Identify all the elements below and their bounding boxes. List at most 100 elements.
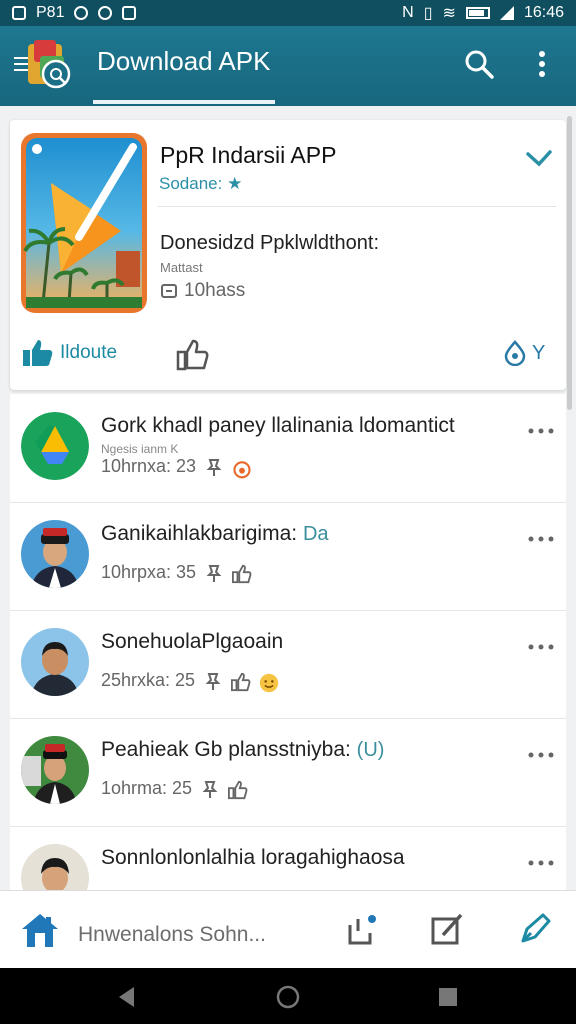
pin-icon (200, 779, 220, 799)
like-label: Ildoute (60, 342, 118, 363)
list-item[interactable]: Peahieak Gb plansstniyba: (U) 1ohrma: 25 (10, 718, 566, 827)
status-bar: P81 N ▯ ≋ 16:46 (0, 0, 576, 26)
more-horiz-icon (528, 860, 554, 866)
thumbs-up-icon[interactable] (228, 779, 248, 799)
app-card: PpR Indarsii APP Sodane: ★ Donesidzd Ppk… (10, 120, 566, 390)
list-item-badge: (U) (356, 739, 385, 761)
messenger-icon (98, 6, 113, 20)
back-button[interactable] (114, 984, 140, 1010)
list-item-title: Sonnlonlonlalhia loragahighaosa (101, 846, 405, 869)
list-item-time: 10hrpxa: 35 (101, 562, 197, 582)
avatar (21, 412, 89, 480)
list-item-more-button[interactable] (528, 422, 554, 434)
list-item-more-button[interactable] (528, 530, 554, 542)
pin-icon (203, 671, 223, 691)
avatar (21, 628, 89, 696)
recents-icon (439, 988, 457, 1006)
app-name: PpR Indarsii APP (160, 142, 337, 168)
thumbs-up-icon[interactable] (232, 563, 252, 583)
app-thumbnail[interactable] (21, 133, 147, 313)
expand-button[interactable] (524, 144, 554, 172)
list-item-time: 10hrnxa: 23 (101, 456, 197, 476)
recents-button[interactable] (435, 984, 461, 1010)
more-horiz-icon (528, 752, 554, 758)
reaction-right-label: Y (532, 341, 546, 364)
back-icon (119, 987, 134, 1007)
avatar (21, 520, 89, 588)
fire-icon[interactable] (232, 457, 252, 478)
app-subtitle-text: Sodane: (159, 174, 223, 193)
bottom-bar-text[interactable]: Hnwenalons Sohn... (78, 923, 266, 947)
list-item[interactable]: SonehuolaPlgaoain 25hrxka: 25 (10, 610, 566, 719)
thumbs-up-button[interactable] (176, 338, 210, 372)
list-item[interactable]: Sonnlonlonlalhia loragahighaosa (10, 826, 566, 890)
share-icon (348, 915, 376, 945)
download-title: Donesidzd Ppklwldthont: (160, 232, 380, 254)
avatar (21, 844, 89, 890)
drop-icon (504, 340, 526, 366)
list-item-title: SonehuolaPlgaoain (101, 630, 284, 653)
download-size: 10hass (160, 280, 245, 302)
thumbs-up-icon[interactable] (231, 671, 251, 691)
drive-logo-icon (21, 412, 89, 480)
search-button[interactable] (459, 44, 499, 84)
thumbs-up-filled-icon (23, 340, 53, 366)
active-tab-indicator (93, 100, 275, 104)
more-options-button[interactable] (522, 44, 562, 84)
file-icon (161, 284, 177, 298)
vibrate-icon: ▯ (423, 5, 433, 22)
divider (158, 206, 556, 207)
nfc-icon: N (402, 4, 414, 21)
app-bar: Download APK (0, 26, 576, 106)
list-item-subtitle: Ngesis ianm K (101, 442, 179, 456)
home-icon (22, 914, 58, 947)
man-red-cap-avatar-icon (21, 520, 89, 588)
list-item-title-text: Ganikaihlakbarigima: (101, 522, 298, 545)
list-item-title: Ganikaihlakbarigima: Da (101, 522, 329, 546)
scrollbar[interactable] (567, 116, 572, 410)
reaction-right-button[interactable]: Y (504, 340, 545, 366)
thumbs-up-outline-icon (176, 339, 209, 371)
edit-button[interactable] (429, 911, 465, 947)
wifi-icon: ≋ (442, 5, 456, 22)
list-item-more-button[interactable] (528, 638, 554, 650)
edit-icon (431, 913, 463, 945)
avatar (21, 736, 89, 804)
more-horiz-icon (528, 644, 554, 650)
battery-icon (465, 7, 490, 19)
pin-icon (204, 563, 224, 583)
list-item-more-button[interactable] (528, 854, 554, 866)
list-item[interactable]: Gork khadl paney llalinania ldomantict N… (10, 394, 566, 503)
page-title: Download APK (97, 46, 271, 76)
list-item[interactable]: Ganikaihlakbarigima: Da 10hrpxa: 35 (10, 502, 566, 611)
list-item-meta: 10hrnxa: 23 (101, 456, 252, 478)
download-meta: Mattast (160, 260, 203, 275)
download-size-text: 10hass (184, 280, 246, 301)
list-item-time: 25hrxka: 25 (101, 670, 196, 690)
search-icon (465, 50, 494, 79)
photo-icon (122, 6, 137, 20)
share-button[interactable] (344, 911, 380, 947)
emoji-icon[interactable] (259, 671, 279, 692)
list-item-title: Peahieak Gb plansstniyba: (U) (101, 738, 384, 762)
list-item-meta: 1ohrma: 25 (101, 778, 248, 799)
app-subtitle: Sodane: ★ (159, 174, 242, 194)
home-nav-button[interactable] (275, 984, 301, 1010)
pen-icon (521, 913, 551, 943)
home-circle-icon (276, 985, 300, 1009)
more-horiz-icon (528, 428, 554, 434)
app-logo-icon[interactable] (14, 38, 76, 92)
list-item-meta: 10hrpxa: 35 (101, 562, 252, 583)
list-item-more-button[interactable] (528, 746, 554, 758)
like-button[interactable]: Ildoute (22, 338, 117, 368)
signal-icon (499, 6, 514, 20)
man-red-cap-avatar-icon (21, 736, 89, 804)
list-item-meta: 25hrxka: 25 (101, 670, 279, 692)
home-button[interactable] (20, 911, 60, 949)
man-avatar-icon (21, 844, 89, 890)
spotify-icon (74, 6, 89, 20)
pen-button[interactable] (517, 911, 553, 947)
list-item-time: 1ohrma: 25 (101, 778, 193, 798)
comment-list: Gork khadl paney llalinania ldomantict N… (10, 394, 566, 890)
check-icon (526, 150, 552, 167)
